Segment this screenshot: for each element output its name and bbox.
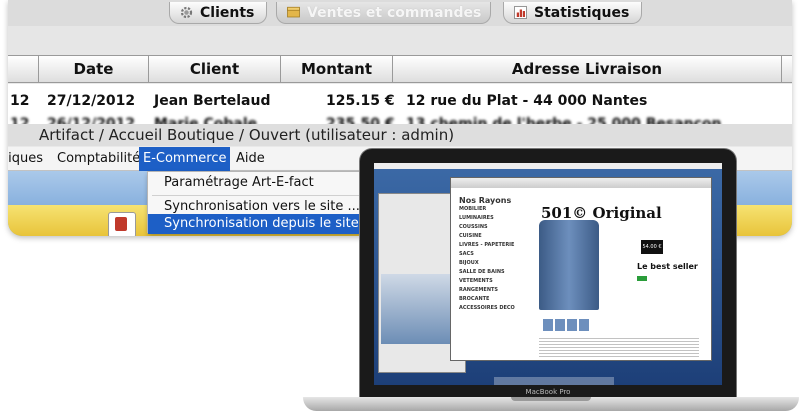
screen-nav-item: RANGEMENTS [459,287,499,293]
row-amount: 125.15 € [326,93,395,109]
table-header: Date Client Montant Adresse Livraison [8,55,792,83]
screen-description-text [539,336,699,358]
screen-nav-item: ACCESSOIRES DECO [459,305,515,311]
document-icon[interactable] [108,212,136,236]
row-client: Marie Cobale [154,116,258,124]
menu-item-aide[interactable]: Aide [232,147,269,171]
column-header-montant[interactable]: Montant [280,56,392,83]
tab-ventes-commandes[interactable]: Ventes et commandes [276,2,491,24]
screen-nav-item: MOBILIER [459,206,487,212]
row-id: 12 [10,116,30,124]
menu-item-comptabilite[interactable]: Comptabilité [53,147,144,171]
row-amount: 235.50 € [326,116,395,124]
screen-nav-item: CUISINE [459,233,482,239]
row-client: Jean Bertelaud [154,93,271,109]
menu-item-statistiques[interactable]: tiques [8,147,47,171]
table-body: 12 27/12/2012 Jean Bertelaud 125.15 € 12… [8,84,792,124]
screen-nav-item: LUMINAIRES [459,215,494,221]
table-row[interactable]: 12 27/12/2012 Jean Bertelaud 125.15 € 12… [8,90,792,114]
laptop-illustration: Nos Rayons MOBILIER LUMINAIRES COUSSINS … [303,144,799,420]
row-date: 26/12/2012 [47,116,136,124]
box-icon [287,6,300,18]
laptop-lid: Nos Rayons MOBILIER LUMINAIRES COUSSINS … [360,149,736,399]
tab-clients[interactable]: Clients [169,2,268,24]
tab-ventes-label: Ventes et commandes [307,5,482,21]
screen-jeans-photo [539,220,599,310]
screen-nav-item: BROCANTE [459,296,490,302]
screen-nav-item: COUSSINS [459,224,488,230]
toolbar-gap [8,26,792,55]
row-address: 13 chemin de l'herbe - 25 000 Besancon [406,116,722,124]
screen-menubar [374,163,722,169]
table-row[interactable]: 12 26/12/2012 Marie Cobale 235.50 € 13 c… [8,113,792,124]
screen-browser-toolbar [451,178,711,188]
screen-nav-item: SALLE DE BAINS [459,269,505,275]
column-header-date[interactable]: Date [38,56,148,83]
column-header-adresse[interactable]: Adresse Livraison [392,56,782,83]
screen-nav-item: VETEMENTS [459,278,493,284]
tab-bar: Clients Ventes et commandes Statistiques [8,0,792,26]
screen-price-tag: 54.00 € [641,240,663,254]
laptop-screen: Nos Rayons MOBILIER LUMINAIRES COUSSINS … [374,163,722,385]
screen-site-nav: Nos Rayons MOBILIER LUMINAIRES COUSSINS … [459,196,525,313]
breadcrumb: Artifact / Accueil Boutique / Ouvert (ut… [8,124,792,146]
screen-nav-item: BIJOUX [459,260,479,266]
screen-nav-item: SACS [459,251,474,257]
gear-icon [180,6,193,19]
laptop-brand: MacBook Pro [525,388,571,396]
tab-clients-label: Clients [200,5,255,21]
row-address: 12 rue du Plat - 44 000 Nantes [406,93,648,109]
column-header-client[interactable]: Client [148,56,280,83]
screen-browser-window: Nos Rayons MOBILIER LUMINAIRES COUSSINS … [450,177,712,361]
row-date: 27/12/2012 [47,93,136,109]
screen-nav-item: LIVRES - PAPETERIE [459,242,515,248]
screen-nav-title: Nos Rayons [459,196,512,205]
screen-stock-indicator [637,276,647,281]
tab-statistiques[interactable]: Statistiques [503,2,643,24]
screen-best-seller: Le best seller [637,262,698,271]
menu-item-ecommerce[interactable]: E-Commerce [139,147,231,171]
row-id: 12 [10,93,30,109]
screen-thumbnails [543,316,603,331]
laptop-base [303,397,799,411]
tab-stats-label: Statistiques [534,5,630,21]
chart-icon [514,6,527,19]
screen-dock [494,377,614,385]
